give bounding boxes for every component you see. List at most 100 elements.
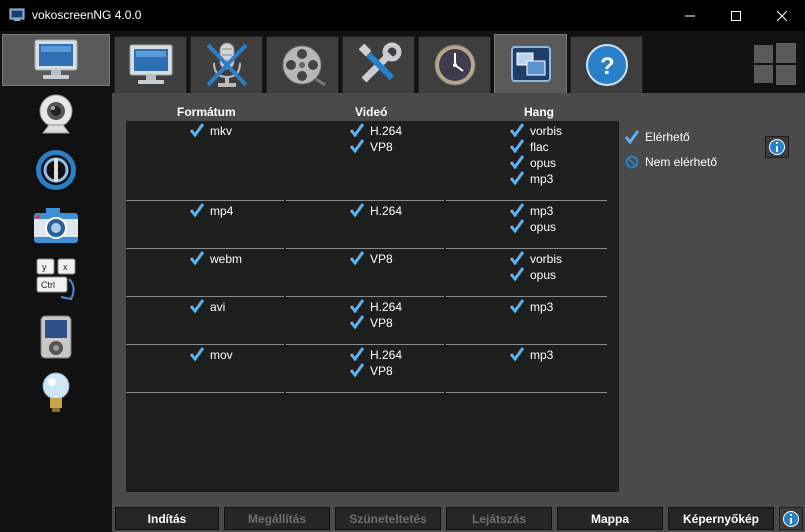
row-separator-segment <box>126 344 284 345</box>
app-logo-icon <box>9 8 25 21</box>
check-icon <box>189 298 205 313</box>
check-mark <box>349 122 365 140</box>
webcam-icon <box>39 94 73 134</box>
video-codec-cell: VP8 <box>349 314 393 331</box>
pause-button[interactable]: Szüneteltetés <box>335 507 441 530</box>
row-separator-segment <box>446 296 607 297</box>
bottom-toolbar: Indítás Megállítás Szüneteltetés Lejátsz… <box>113 504 805 532</box>
legend-available-label: Elérhető <box>645 130 690 144</box>
row-separator-segment <box>126 248 284 249</box>
check-icon <box>509 202 525 217</box>
check-mark <box>349 362 365 380</box>
check-mark <box>509 250 525 268</box>
tab-screen[interactable] <box>114 36 187 93</box>
audio-codec-cell: vorbis <box>509 122 563 140</box>
audio-codec-cell-label: flac <box>530 140 549 154</box>
audio-codec-cell: opus <box>509 154 556 172</box>
folder-button[interactable]: Mappa <box>557 507 663 530</box>
video-codec-cell-label: H.264 <box>370 348 403 362</box>
check-icon <box>509 170 525 185</box>
row-separator-segment <box>286 200 444 201</box>
sidebar-item-media-player[interactable] <box>2 311 110 363</box>
minimize-button[interactable] <box>667 0 713 31</box>
maximize-icon <box>731 10 741 21</box>
audio-codec-cell-label: opus <box>530 220 557 234</box>
stop-button[interactable]: Megállítás <box>224 507 330 530</box>
tab-about[interactable]: ? <box>570 36 643 93</box>
sidebar-item-screencast[interactable] <box>2 34 110 86</box>
legend-unavailable-label: Nem elérhető <box>645 155 718 169</box>
row-separator-segment <box>446 392 607 393</box>
audio-codec-cell: mp3 <box>509 298 553 315</box>
tab-video[interactable] <box>266 36 339 93</box>
tab-misc[interactable] <box>342 36 415 93</box>
film-reel-icon <box>282 45 326 87</box>
check-mark <box>189 346 205 364</box>
row-separator-segment <box>126 392 284 393</box>
sidebar-item-snapshot[interactable] <box>2 199 110 251</box>
format-cell-label: webm <box>210 252 243 266</box>
audio-codec-cell-label: mp3 <box>530 172 554 186</box>
check-icon <box>349 250 365 265</box>
main-frame: y x Ctrl ? Formátum Videó Hang mkv H.264… <box>0 31 805 532</box>
audio-codec-cell: opus <box>509 266 556 283</box>
video-codec-cell: H.264 <box>349 298 402 315</box>
check-icon <box>509 122 525 137</box>
video-codec-cell-label: H.264 <box>370 204 403 218</box>
check-icon <box>509 154 525 169</box>
check-mark <box>349 138 365 156</box>
check-mark <box>509 122 525 140</box>
check-mark <box>189 298 205 316</box>
minimize-icon <box>685 15 695 16</box>
sidebar-item-camera[interactable] <box>2 89 110 141</box>
play-button[interactable]: Lejátszás <box>446 507 552 530</box>
camera-icon <box>34 208 78 243</box>
check-mark <box>509 202 525 220</box>
check-mark <box>509 170 525 188</box>
svg-text:x: x <box>63 262 68 272</box>
check-icon <box>349 138 365 153</box>
available-formats-panel: Formátum Videó Hang mkv H.264 VP8 vorbis fla… <box>113 93 805 502</box>
info-button[interactable] <box>765 136 789 158</box>
keyboard-icon: y x Ctrl <box>36 258 76 301</box>
check-mark <box>189 250 205 268</box>
video-codec-cell-label: VP8 <box>370 252 393 266</box>
header-format: Formátum <box>177 105 236 119</box>
check-mark <box>509 346 525 364</box>
audio-codec-cell-label: vorbis <box>530 252 563 266</box>
sidebar-item-showkey[interactable]: y x Ctrl <box>2 254 110 306</box>
audio-codec-cell-label: vorbis <box>530 124 563 138</box>
sidebar-item-player[interactable] <box>2 144 110 196</box>
clock-icon <box>434 44 475 86</box>
close-button[interactable] <box>759 0 805 31</box>
row-separator-segment <box>286 296 444 297</box>
check-mark <box>349 250 365 268</box>
row-separator-segment <box>286 392 444 393</box>
start-button[interactable]: Indítás <box>115 507 219 530</box>
tab-available[interactable] <box>494 34 567 94</box>
maximize-button[interactable] <box>713 0 759 31</box>
window-title: vokoscreenNG 4.0.0 <box>32 8 142 22</box>
check-icon <box>189 250 205 265</box>
video-codec-cell-label: VP8 <box>370 364 393 378</box>
check-icon <box>509 346 525 361</box>
video-codec-cell-label: H.264 <box>370 124 403 138</box>
video-codec-cell: H.264 <box>349 202 403 220</box>
monitor-icon <box>129 44 172 84</box>
bottom-info-button[interactable] <box>779 507 803 530</box>
tab-timer[interactable] <box>418 36 491 93</box>
player-icon <box>36 150 76 190</box>
check-mark <box>349 202 365 220</box>
row-separator <box>126 200 619 201</box>
tab-audio[interactable] <box>190 36 263 93</box>
check-mark <box>509 154 525 172</box>
row-separator <box>126 248 619 249</box>
title-bar: vokoscreenNG 4.0.0 <box>0 0 805 31</box>
windows-logo-icon <box>754 43 796 85</box>
snapshot-button[interactable]: Képernyőkép <box>668 507 774 530</box>
row-separator-segment <box>286 248 444 249</box>
format-cell: avi <box>189 298 225 316</box>
header-audio: Hang <box>524 105 554 119</box>
row-separator <box>126 392 619 393</box>
sidebar-item-tips[interactable] <box>2 367 110 419</box>
